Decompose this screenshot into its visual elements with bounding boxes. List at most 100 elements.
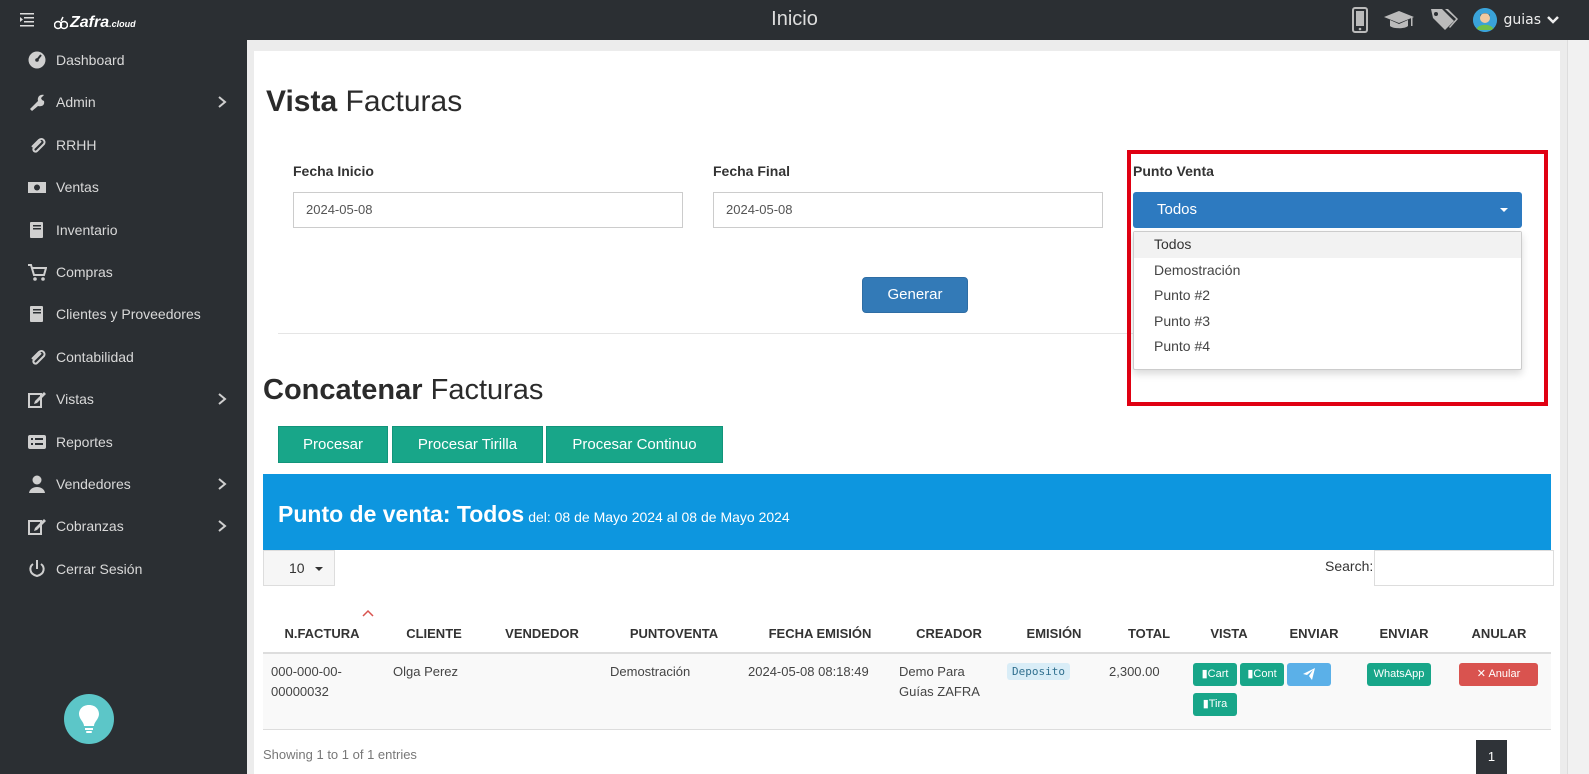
edit-icon [28, 519, 46, 536]
column-header[interactable]: ENVIAR [1274, 626, 1354, 641]
chevron-down-icon [1547, 16, 1559, 24]
vista-cont-button[interactable]: ▮Cont [1240, 663, 1284, 686]
dropdown-option[interactable]: Demostración [1134, 258, 1521, 284]
cart-icon [28, 264, 47, 281]
sidebar-item-label: Admin [56, 94, 96, 111]
sidebar-item-label: Vistas [56, 391, 94, 408]
sidebar-item-contabilidad[interactable]: Contabilidad [0, 337, 247, 377]
fecha-final-input[interactable]: 2024-05-08 [713, 192, 1103, 228]
vista-facturas-title: Vista Facturas [266, 85, 463, 118]
sidebar-item-vendedores[interactable]: Vendedores [0, 464, 247, 504]
cell-puntoventa: Demostración [610, 664, 691, 679]
help-bulb-button[interactable] [64, 694, 114, 744]
cell-factura: 000-000-00- 00000032 [271, 664, 342, 699]
tags-icon[interactable] [1429, 7, 1459, 33]
sidebar-item-label: RRHH [56, 136, 97, 153]
caret-down-icon [1500, 208, 1508, 212]
column-header[interactable]: ANULAR [1454, 626, 1544, 641]
scrollbar[interactable] [1567, 40, 1589, 774]
sidebar-item-cerrar-sesi-n[interactable]: Cerrar Sesión [0, 549, 247, 589]
punto-venta-dropdown: Todos Demostración Punto #2 Punto #3 Pun… [1133, 231, 1522, 370]
dropdown-option[interactable]: Todos [1134, 232, 1521, 258]
search-input[interactable] [1374, 550, 1554, 586]
chevron-right-icon [218, 478, 227, 490]
sidebar-item-admin[interactable]: Admin [0, 82, 247, 122]
fecha-inicio-input[interactable]: 2024-05-08 [293, 192, 683, 228]
close-icon: ✕ [1476, 668, 1489, 680]
vista-tira-button[interactable]: ▮Tira [1193, 693, 1237, 716]
dropdown-option[interactable]: Punto #2 [1134, 283, 1521, 309]
sidebar-item-compras[interactable]: Compras [0, 252, 247, 292]
generar-button[interactable]: Generar [862, 277, 968, 313]
pagination-page[interactable]: 1 [1476, 740, 1507, 774]
column-header[interactable]: PUNTOVENTA [614, 626, 734, 641]
column-header[interactable]: ENVIAR [1364, 626, 1444, 641]
mobile-icon[interactable] [1351, 7, 1369, 33]
dropdown-option[interactable]: Punto #3 [1134, 309, 1521, 335]
sidebar-item-label: Compras [56, 264, 113, 280]
list-icon [28, 434, 46, 449]
sidebar-item-label: Clientes y Proveedores [56, 306, 201, 323]
cell-cliente: Olga Perez [393, 664, 459, 679]
search-label: Search: [1325, 558, 1374, 574]
dashboard-icon [28, 51, 46, 69]
sidebar-item-clientes-y-proveedores[interactable]: Clientes y Proveedores [0, 294, 247, 334]
procesar-continuo-button[interactable]: Procesar Continuo [546, 426, 723, 463]
sidebar-item-dashboard[interactable]: Dashboard [0, 40, 247, 80]
graduation-cap-icon[interactable] [1383, 8, 1415, 32]
punto-venta-select[interactable]: Todos [1133, 192, 1522, 228]
punto-venta-banner: Punto de venta: Todos del: 08 de Mayo 202… [263, 474, 1551, 550]
top-icons: guias [1351, 6, 1559, 34]
sort-asc-icon[interactable] [362, 609, 374, 617]
column-header[interactable]: N.FACTURA [282, 626, 362, 641]
content-area: Vista Facturas Fecha Inicio 2024-05-08 F… [247, 40, 1567, 774]
avatar [1473, 8, 1498, 32]
column-header[interactable]: CREADOR [904, 626, 994, 641]
fecha-final-label: Fecha Final [713, 163, 791, 179]
username: guias [1503, 12, 1541, 28]
paper-plane-icon [1303, 668, 1315, 681]
user-icon [29, 475, 45, 493]
sidebar-item-label: Cerrar Sesión [56, 560, 143, 577]
caret-down-icon [315, 567, 323, 571]
sidebar-item-reportes[interactable]: Reportes [0, 422, 247, 462]
sidebar-item-ventas[interactable]: Ventas [0, 167, 247, 207]
column-header[interactable]: VISTA [1194, 626, 1264, 641]
top-bar: Zafra.cloud Inicio guias [0, 0, 1589, 40]
sidebar: Dashboard Admin RRHH Ventas Inventario Compra… [0, 40, 247, 774]
sidebar-item-label: Inventario [56, 221, 118, 238]
procesar-tirilla-button[interactable]: Procesar Tirilla [392, 426, 543, 463]
column-header[interactable]: CLIENTE [394, 626, 474, 641]
cell-total: 2,300.00 [1109, 664, 1160, 679]
dropdown-option[interactable]: Punto #4 [1134, 334, 1521, 360]
vista-cart-button[interactable]: ▮Cart [1193, 663, 1237, 686]
chevron-right-icon [218, 393, 227, 405]
cell-creador: Demo Para Guías ZAFRA [899, 664, 980, 699]
power-icon [29, 559, 45, 577]
column-header[interactable]: EMISIÓN [1009, 626, 1099, 641]
whatsapp-button[interactable]: WhatsApp [1367, 663, 1431, 686]
sidebar-item-label: Vendedores [56, 476, 131, 492]
sidebar-item-label: Contabilidad [56, 348, 134, 365]
sidebar-item-inventario[interactable]: Inventario [0, 210, 247, 250]
banner-title: Punto de venta: Todos [278, 501, 525, 527]
paperclip-icon [31, 349, 46, 365]
user-menu[interactable]: guias [1473, 8, 1559, 32]
page-length-select[interactable]: 10 [263, 550, 335, 586]
column-header[interactable]: TOTAL [1109, 626, 1189, 641]
column-header[interactable]: VENDEDOR [497, 626, 587, 641]
banner-date-range: del: 08 de Mayo 2024 al 08 de Mayo 2024 [528, 509, 790, 525]
column-header[interactable]: FECHA EMISIÓN [750, 626, 890, 641]
edit-icon [28, 392, 46, 409]
money-icon [28, 182, 46, 194]
emision-badge: Deposito [1007, 663, 1070, 680]
procesar-button[interactable]: Procesar [278, 426, 388, 463]
anular-button[interactable]: ✕ Anular [1459, 663, 1538, 686]
sidebar-item-cobranzas[interactable]: Cobranzas [0, 506, 247, 546]
sidebar-item-rrhh[interactable]: RRHH [0, 125, 247, 165]
sidebar-item-vistas[interactable]: Vistas [0, 379, 247, 419]
divider [278, 333, 1138, 334]
chevron-right-icon [218, 520, 227, 533]
table-info: Showing 1 to 1 of 1 entries [263, 747, 417, 762]
enviar-telegram-button[interactable] [1287, 663, 1331, 686]
